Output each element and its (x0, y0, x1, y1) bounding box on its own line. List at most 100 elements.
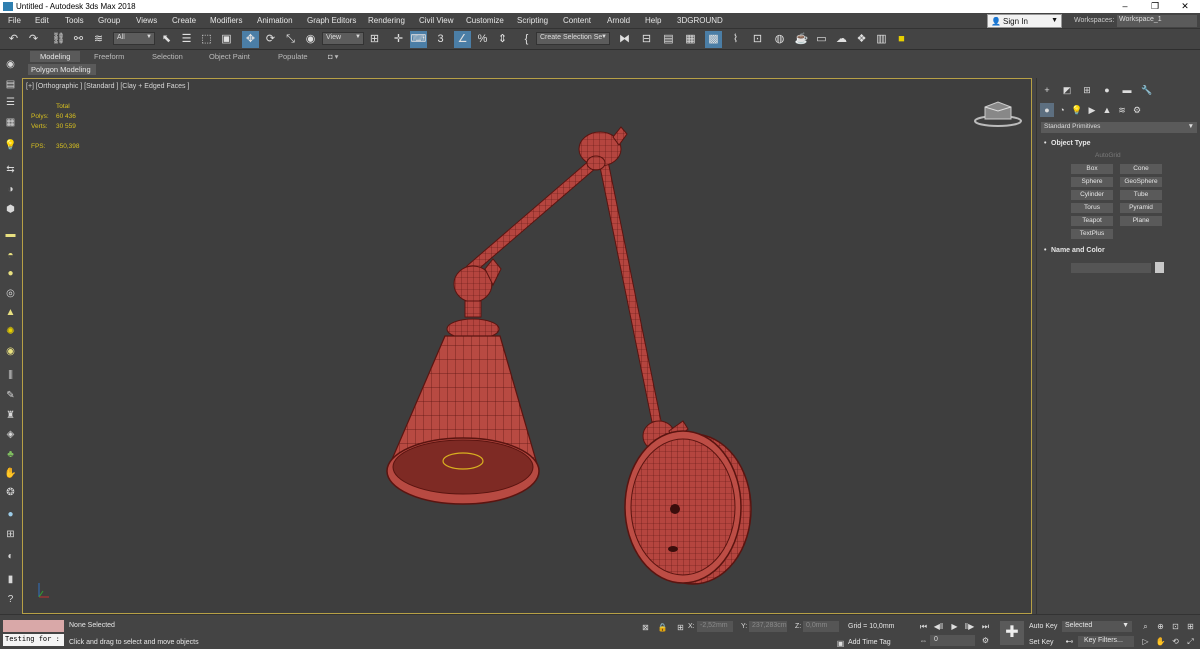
xref-icon[interactable]: ⊞ (3, 527, 18, 542)
environment-icon[interactable]: ● (3, 507, 18, 522)
ribbon-toggle-icon[interactable]: ▩ (705, 31, 722, 48)
ribbon-options-icon[interactable]: ◘ ▾ (328, 52, 338, 61)
pivot-center-icon[interactable]: ⊞ (366, 31, 383, 48)
zoom-icon[interactable]: ⌕ (1140, 621, 1151, 632)
undo-icon[interactable]: ↶ (5, 31, 22, 48)
menu-3dground[interactable]: 3DGROUND (677, 16, 723, 25)
viewport-label[interactable]: [+] [Orthographic ] [Standard ] [Clay + … (26, 83, 189, 90)
menu-animation[interactable]: Animation (257, 16, 293, 25)
field-of-view-icon[interactable]: ▷ (1140, 636, 1151, 647)
y-coord-field[interactable]: 237,283cm (749, 621, 787, 632)
go-to-end-icon[interactable]: ⏭ (980, 621, 991, 632)
menu-scripting[interactable]: Scripting (517, 16, 548, 25)
menu-arnold[interactable]: Arnold (607, 16, 630, 25)
plane-icon[interactable]: ▬ (3, 227, 18, 242)
menu-civil-view[interactable]: Civil View (419, 16, 454, 25)
create-icon[interactable]: ◉ (3, 57, 18, 72)
sphere-button[interactable]: Sphere (1071, 177, 1113, 187)
maxscript-mini-listener[interactable]: Testing for : (3, 634, 64, 646)
spinner-snap-icon[interactable]: ⇕ (494, 31, 511, 48)
tab-freeform[interactable]: Freeform (94, 52, 124, 61)
minimize-button[interactable]: – (1110, 0, 1140, 13)
select-and-scale-icon[interactable]: ⤡ (282, 31, 299, 48)
key-mode-icon[interactable]: ⇔ (918, 635, 929, 646)
cone-button[interactable]: Cone (1120, 164, 1162, 174)
geosphere-button[interactable]: GeoSphere (1120, 177, 1162, 187)
set-key-toggle[interactable]: Set Key (1029, 639, 1054, 646)
sign-in-button[interactable]: 👤 Sign In ▼ (987, 14, 1062, 28)
select-and-place-icon[interactable]: ◉ (302, 31, 319, 48)
shapes-category-icon[interactable]: ◔ (1055, 103, 1069, 117)
orbit-icon[interactable]: ⟲ (1170, 636, 1181, 647)
systems-category-icon[interactable]: ⚙ (1130, 103, 1144, 117)
primitive-category-dropdown[interactable]: Standard Primitives ▼ (1041, 122, 1197, 133)
render-cloud-icon[interactable]: ▥ (873, 31, 890, 48)
current-frame-field[interactable]: 0 (930, 635, 975, 646)
edit-named-selection-icon[interactable]: { (518, 31, 535, 48)
isolate-selection-icon[interactable]: ⊠ (640, 622, 651, 633)
unlink-icon[interactable]: ⚯ (70, 31, 87, 48)
key-filter-icon[interactable]: ⊷ (1064, 636, 1075, 647)
maximize-button[interactable]: ❐ (1140, 0, 1170, 13)
pan-icon[interactable]: ✋ (1155, 636, 1166, 647)
modify-panel-icon[interactable]: ◩ (1060, 83, 1074, 97)
globe-icon[interactable]: ◈ (3, 427, 18, 442)
bind-space-warp-icon[interactable]: ≋ (90, 31, 107, 48)
tab-modeling[interactable]: Modeling (30, 51, 81, 62)
create-panel-icon[interactable]: + (1040, 83, 1054, 97)
play-icon[interactable]: ▶ (949, 621, 960, 632)
paint-icon[interactable]: ✎ (3, 388, 18, 403)
zoom-extents-icon[interactable]: ⊡ (1170, 621, 1181, 632)
schematic-view-icon[interactable]: ⊡ (749, 31, 766, 48)
previous-frame-icon[interactable]: ◀‖ (933, 621, 944, 632)
sun-icon[interactable]: ✺ (3, 324, 18, 339)
mirror-icon[interactable]: ⧓ (616, 31, 633, 48)
reference-coord-dropdown[interactable]: View ▼ (322, 32, 364, 45)
menu-file[interactable]: File (8, 16, 21, 25)
auto-key-toggle[interactable]: Auto Key (1029, 623, 1057, 630)
time-config-icon[interactable]: ⚙ (980, 635, 991, 646)
selection-lock-icon[interactable]: 🔒 (657, 622, 668, 633)
keyboard-shortcut-override-icon[interactable]: ⌨ (410, 31, 427, 48)
menu-graph-editors[interactable]: Graph Editors (307, 16, 356, 25)
cylinder-button[interactable]: Cylinder (1071, 190, 1113, 200)
tab-object-paint[interactable]: Object Paint (209, 52, 250, 61)
curve-editor-icon[interactable]: ⌇ (727, 31, 744, 48)
selection-filter-dropdown[interactable]: All ▼ (113, 32, 155, 45)
angle-snap-icon[interactable]: ∠ (454, 31, 471, 48)
hair-icon[interactable]: ✋ (3, 466, 18, 481)
camera-icon[interactable]: ⇆ (3, 162, 18, 177)
link-icon[interactable]: ⛓ (50, 31, 67, 48)
object-type-rollout[interactable]: • Object Type (1041, 139, 1197, 150)
layer-explorer-icon[interactable]: ▦ (682, 31, 699, 48)
menu-group[interactable]: Group (98, 16, 120, 25)
viewcube-icon[interactable] (973, 97, 1023, 129)
go-to-start-icon[interactable]: ⏮ (918, 621, 929, 632)
utilities-icon[interactable]: ▮ (3, 572, 18, 587)
x-coord-field[interactable]: -2,52mm (697, 621, 733, 632)
z-coord-field[interactable]: 0,0mm (803, 621, 839, 632)
hierarchy-panel-icon[interactable]: ⊞ (1080, 83, 1094, 97)
menu-help[interactable]: Help (645, 16, 661, 25)
create-selection-set-dropdown[interactable]: Create Selection Se ▼ (536, 32, 610, 45)
menu-modifiers[interactable]: Modifiers (210, 16, 242, 25)
box-button[interactable]: Box (1071, 164, 1113, 174)
torus-button[interactable]: Torus (1071, 203, 1113, 213)
select-by-name-icon[interactable]: ☰ (178, 31, 195, 48)
next-frame-icon[interactable]: ‖▶ (964, 621, 975, 632)
select-object-icon[interactable]: ⬉ (158, 31, 175, 48)
plane-button[interactable]: Plane (1120, 216, 1162, 226)
set-key-button[interactable]: ✚ (1000, 621, 1024, 645)
lights-category-icon[interactable]: 💡 (1070, 103, 1084, 117)
object-color-swatch[interactable] (1155, 262, 1164, 273)
redo-icon[interactable]: ↷ (25, 31, 42, 48)
sphere-icon[interactable]: ● (3, 266, 18, 281)
window-crossing-icon[interactable]: ▣ (218, 31, 235, 48)
tube-button[interactable]: Tube (1120, 190, 1162, 200)
spacewarps-category-icon[interactable]: ≋ (1115, 103, 1129, 117)
key-selection-dropdown[interactable]: Selected ▼ (1062, 621, 1132, 632)
disc-icon[interactable]: ◉ (3, 344, 18, 359)
explorer-icon[interactable]: ▦ (3, 115, 18, 130)
perspective-viewport[interactable]: [+] [Orthographic ] [Standard ] [Clay + … (22, 78, 1032, 614)
menu-tools[interactable]: Tools (65, 16, 84, 25)
